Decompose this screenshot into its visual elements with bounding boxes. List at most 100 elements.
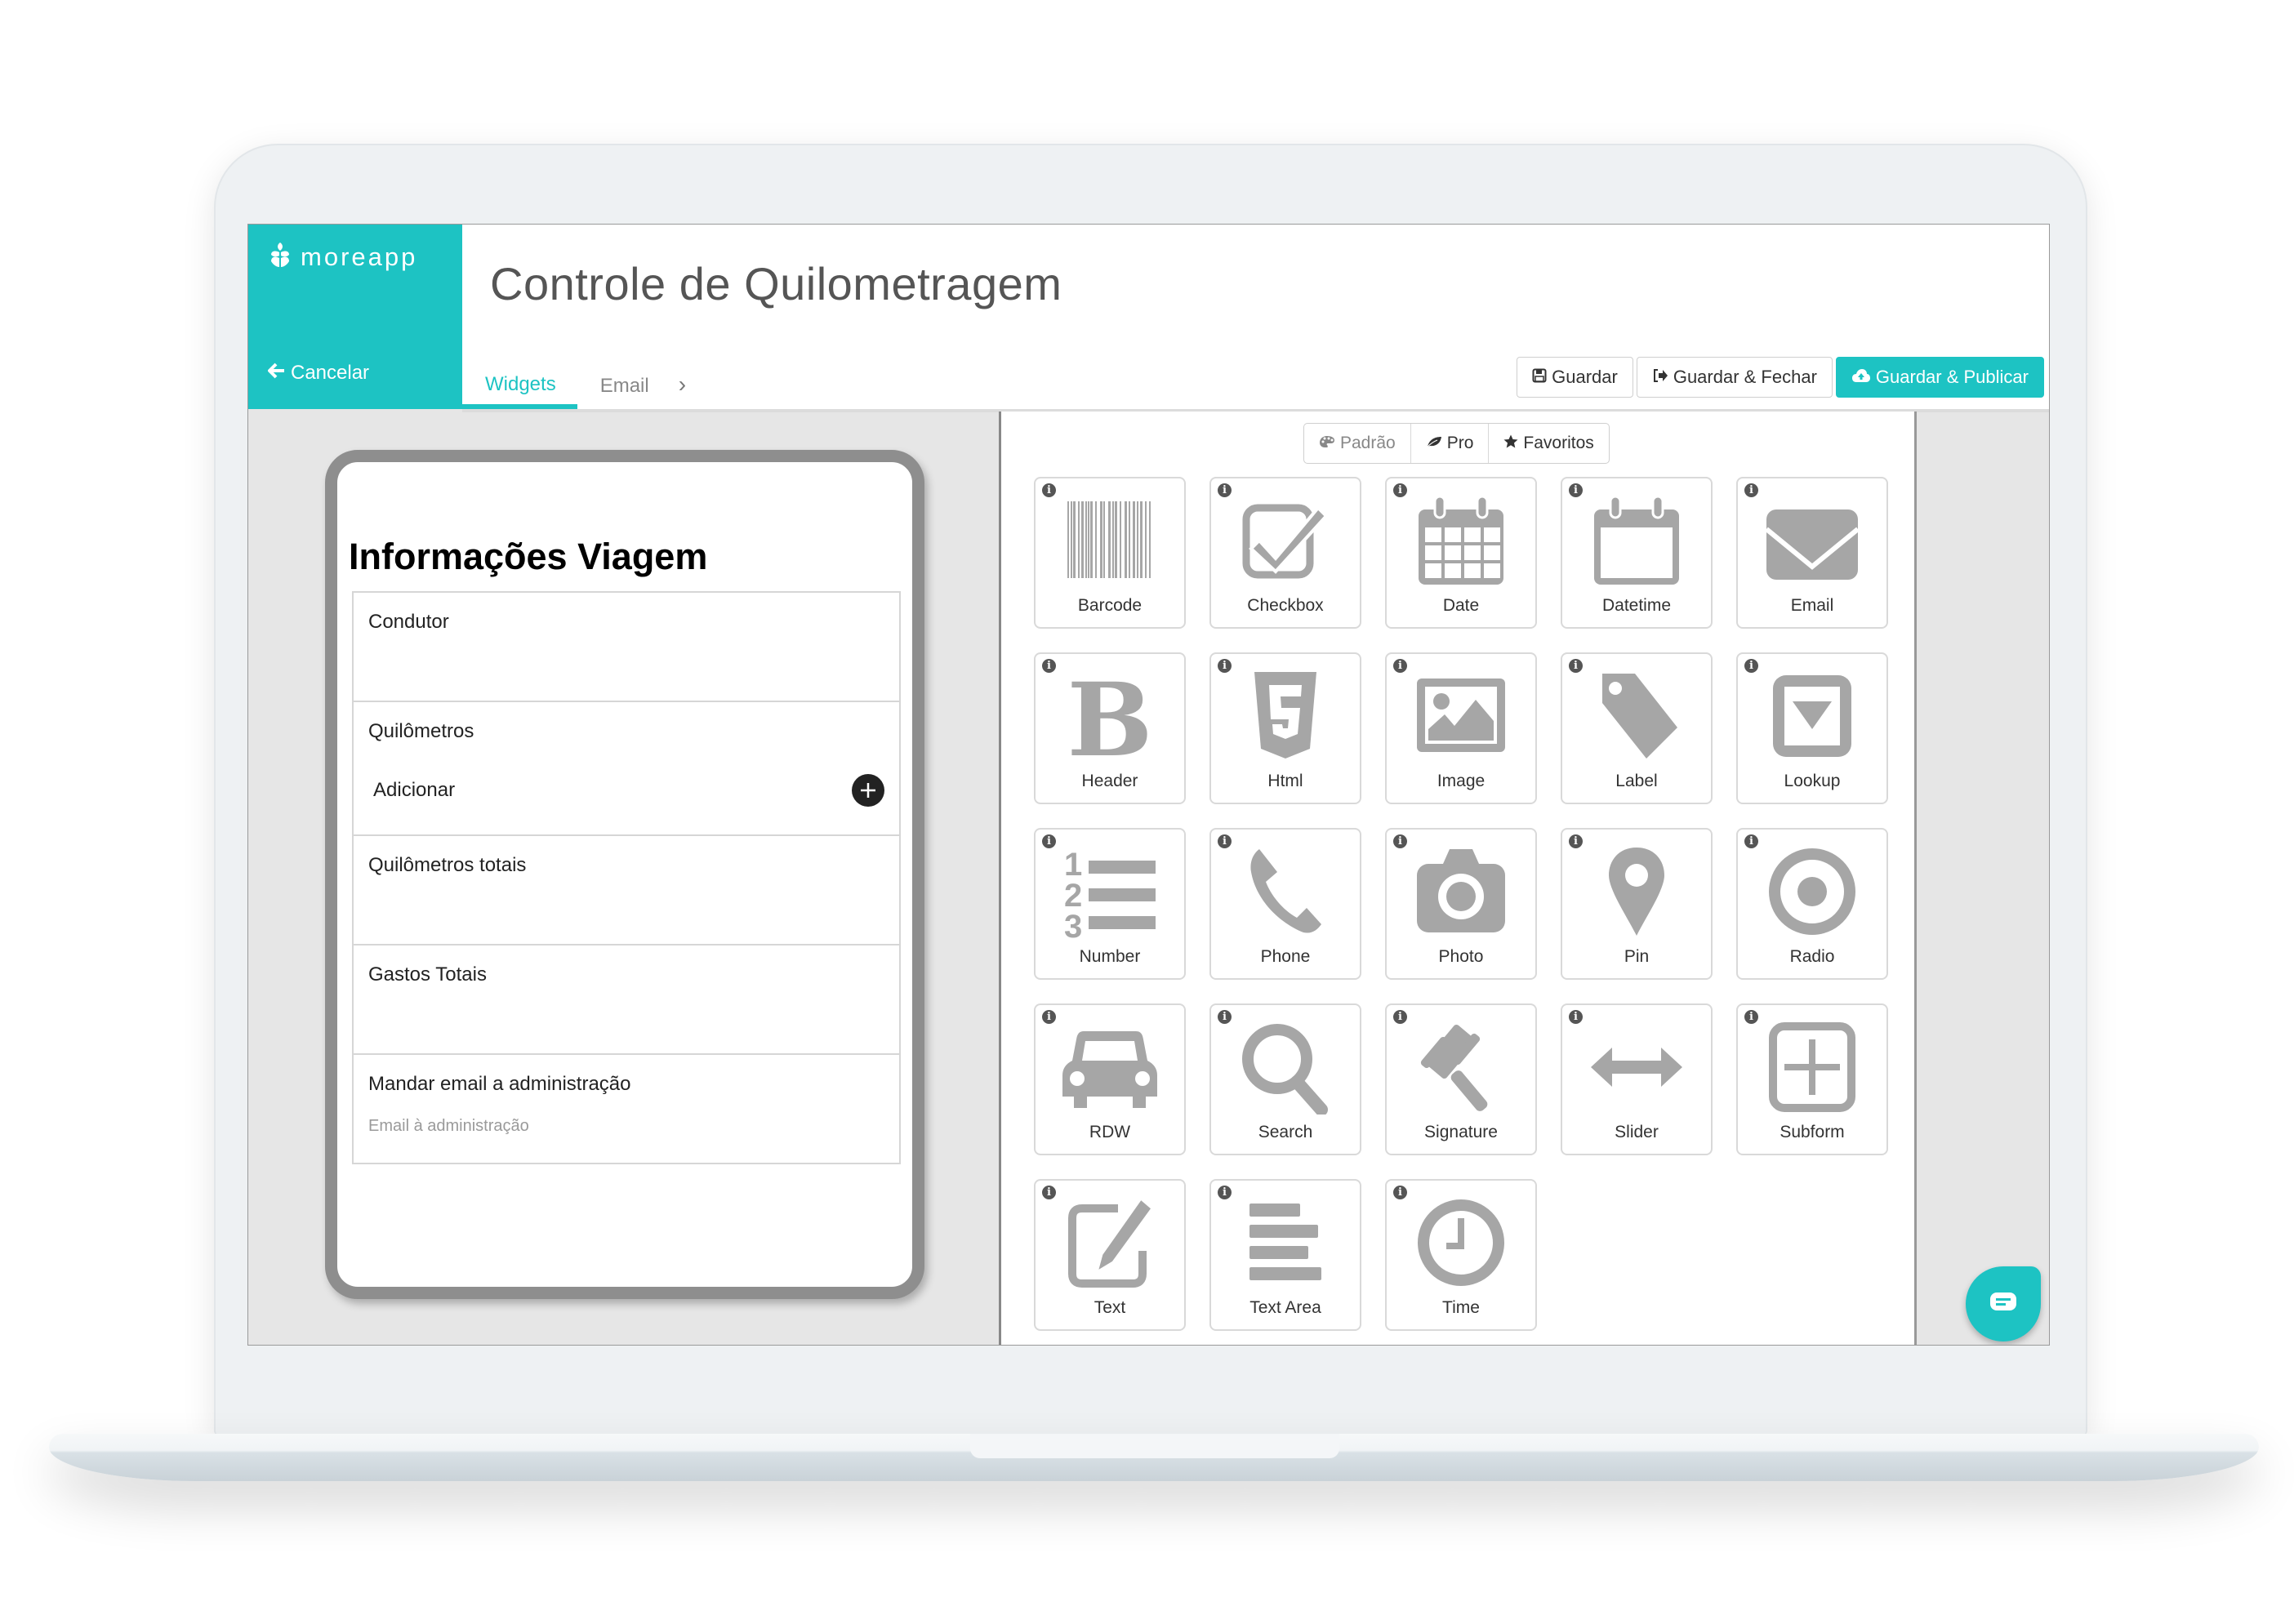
widget-label: Label: [1615, 772, 1658, 790]
widget-tile-radio[interactable]: i Radio: [1736, 828, 1888, 980]
widget-label: Date: [1442, 596, 1480, 615]
widget-label: Radio: [1789, 947, 1835, 966]
form-preview-title: Informações Viagem: [349, 536, 708, 577]
header-actions: Guardar Guardar & Fechar Guardar & Publi…: [1517, 357, 2044, 398]
widget-tile-date[interactable]: i Date: [1385, 477, 1537, 629]
save-close-label: Guardar & Fechar: [1673, 367, 1817, 387]
widget-label: Lookup: [1784, 772, 1841, 790]
arrow-left-icon: [268, 362, 286, 385]
widget-tile-barcode[interactable]: i Barcode: [1034, 477, 1186, 629]
filter-pro[interactable]: Pro: [1411, 424, 1490, 463]
widget-tile-photo[interactable]: i Photo: [1385, 828, 1537, 980]
widget-filter-group: Padrão Pro Favoritos: [1303, 423, 1610, 464]
widget-tile-number[interactable]: i 1 2 3 Number: [1034, 828, 1186, 980]
info-icon[interactable]: i: [1218, 659, 1232, 673]
field-label: Condutor: [368, 611, 449, 633]
save-close-button[interactable]: Guardar & Fechar: [1636, 357, 1833, 398]
widget-label: Email: [1790, 596, 1834, 615]
leaf-icon: [1426, 434, 1442, 453]
info-icon[interactable]: i: [1393, 659, 1407, 673]
widget-tile-checkbox[interactable]: i Checkbox: [1209, 477, 1361, 629]
widget-tile-phone[interactable]: i Phone: [1209, 828, 1361, 980]
info-icon[interactable]: i: [1393, 834, 1407, 848]
svg-text:B: B: [1067, 667, 1153, 763]
widget-label: Photo: [1438, 947, 1484, 966]
info-icon[interactable]: i: [1744, 1010, 1758, 1024]
info-icon[interactable]: i: [1218, 1010, 1232, 1024]
widget-tile-email[interactable]: i Email: [1736, 477, 1888, 629]
chat-bubble-icon: [1989, 1291, 2018, 1318]
widget-tile-signature[interactable]: i Signature: [1385, 1003, 1537, 1155]
widget-tile-header[interactable]: i B Header: [1034, 652, 1186, 804]
plus-circle-icon[interactable]: [852, 774, 884, 807]
info-icon[interactable]: i: [1042, 483, 1056, 497]
widget-label: Text Area: [1249, 1298, 1321, 1317]
info-icon[interactable]: i: [1569, 659, 1583, 673]
widget-tile-pin[interactable]: i Pin: [1561, 828, 1713, 980]
form-field-gastos-totais[interactable]: Gastos Totais: [354, 945, 899, 1055]
widget-label: Slider: [1615, 1123, 1659, 1141]
widget-tile-text-area[interactable]: i Text Area: [1209, 1179, 1361, 1331]
widget-label: Signature: [1424, 1123, 1498, 1141]
widget-label: Number: [1079, 947, 1141, 966]
form-field-quilometros-totais[interactable]: Quilômetros totais: [354, 836, 899, 945]
widget-label: Subform: [1780, 1123, 1845, 1141]
cancel-button[interactable]: Cancelar: [268, 362, 369, 385]
widget-tile-image[interactable]: i Image: [1385, 652, 1537, 804]
widget-label: Image: [1437, 772, 1486, 790]
widget-label: Search: [1258, 1123, 1313, 1141]
widget-tile-subform[interactable]: i Subform: [1736, 1003, 1888, 1155]
svg-text:3: 3: [1064, 909, 1082, 939]
field-label: Gastos Totais: [368, 963, 487, 986]
info-icon[interactable]: i: [1042, 1010, 1056, 1024]
save-publish-button[interactable]: Guardar & Publicar: [1835, 357, 2044, 398]
info-icon[interactable]: i: [1042, 659, 1056, 673]
info-icon[interactable]: i: [1042, 1186, 1056, 1199]
info-icon[interactable]: i: [1569, 483, 1583, 497]
form-field-mandar-email[interactable]: Mandar email a administração Email à adm…: [354, 1055, 899, 1164]
widget-tile-search[interactable]: i Search: [1209, 1003, 1361, 1155]
save-label: Guardar: [1552, 367, 1618, 387]
subform-add-row[interactable]: Adicionar: [373, 774, 884, 807]
info-icon[interactable]: i: [1744, 483, 1758, 497]
info-icon[interactable]: i: [1218, 483, 1232, 497]
field-label: Mandar email a administração: [368, 1073, 631, 1095]
form-field-condutor[interactable]: Condutor: [354, 593, 899, 702]
tab-widgets[interactable]: Widgets: [462, 373, 577, 409]
save-button[interactable]: Guardar: [1517, 357, 1633, 398]
info-icon[interactable]: i: [1218, 834, 1232, 848]
sign-out-icon: [1652, 367, 1668, 388]
filter-padrao[interactable]: Padrão: [1304, 424, 1411, 463]
cloud-upload-icon: [1851, 367, 1871, 388]
info-icon[interactable]: i: [1744, 659, 1758, 673]
widget-tile-datetime[interactable]: i Datetime: [1561, 477, 1713, 629]
tab-next-chevron-icon[interactable]: ›: [670, 372, 707, 409]
form-field-quilometros[interactable]: Quilômetros Adicionar: [354, 702, 899, 836]
filter-label: Pro: [1446, 434, 1474, 452]
info-icon[interactable]: i: [1569, 1010, 1583, 1024]
widget-tile-time[interactable]: i Time: [1385, 1179, 1537, 1331]
filter-favoritos[interactable]: Favoritos: [1489, 424, 1608, 463]
widget-tile-rdw[interactable]: i RDW: [1034, 1003, 1186, 1155]
star-icon: [1503, 434, 1518, 453]
info-icon[interactable]: i: [1393, 483, 1407, 497]
widget-tile-label[interactable]: i Label: [1561, 652, 1713, 804]
subform-add-label: Adicionar: [373, 779, 456, 801]
info-icon[interactable]: i: [1042, 834, 1056, 848]
chat-launcher-button[interactable]: [1966, 1266, 2041, 1341]
widget-tile-slider[interactable]: i Slider: [1561, 1003, 1713, 1155]
cancel-label: Cancelar: [291, 362, 370, 384]
info-icon[interactable]: i: [1569, 834, 1583, 848]
widget-label: Checkbox: [1247, 596, 1324, 615]
widget-tile-text[interactable]: i Text: [1034, 1179, 1186, 1331]
info-icon[interactable]: i: [1393, 1186, 1407, 1199]
tab-email[interactable]: Email: [577, 375, 670, 409]
field-label: Quilômetros totais: [368, 854, 527, 876]
widget-tile-html[interactable]: i Html: [1209, 652, 1361, 804]
widget-tile-lookup[interactable]: i Lookup: [1736, 652, 1888, 804]
tab-bar: Widgets Email ›: [462, 358, 707, 409]
info-icon[interactable]: i: [1744, 834, 1758, 848]
info-icon[interactable]: i: [1218, 1186, 1232, 1199]
widget-label: Header: [1081, 772, 1138, 790]
info-icon[interactable]: i: [1393, 1010, 1407, 1024]
